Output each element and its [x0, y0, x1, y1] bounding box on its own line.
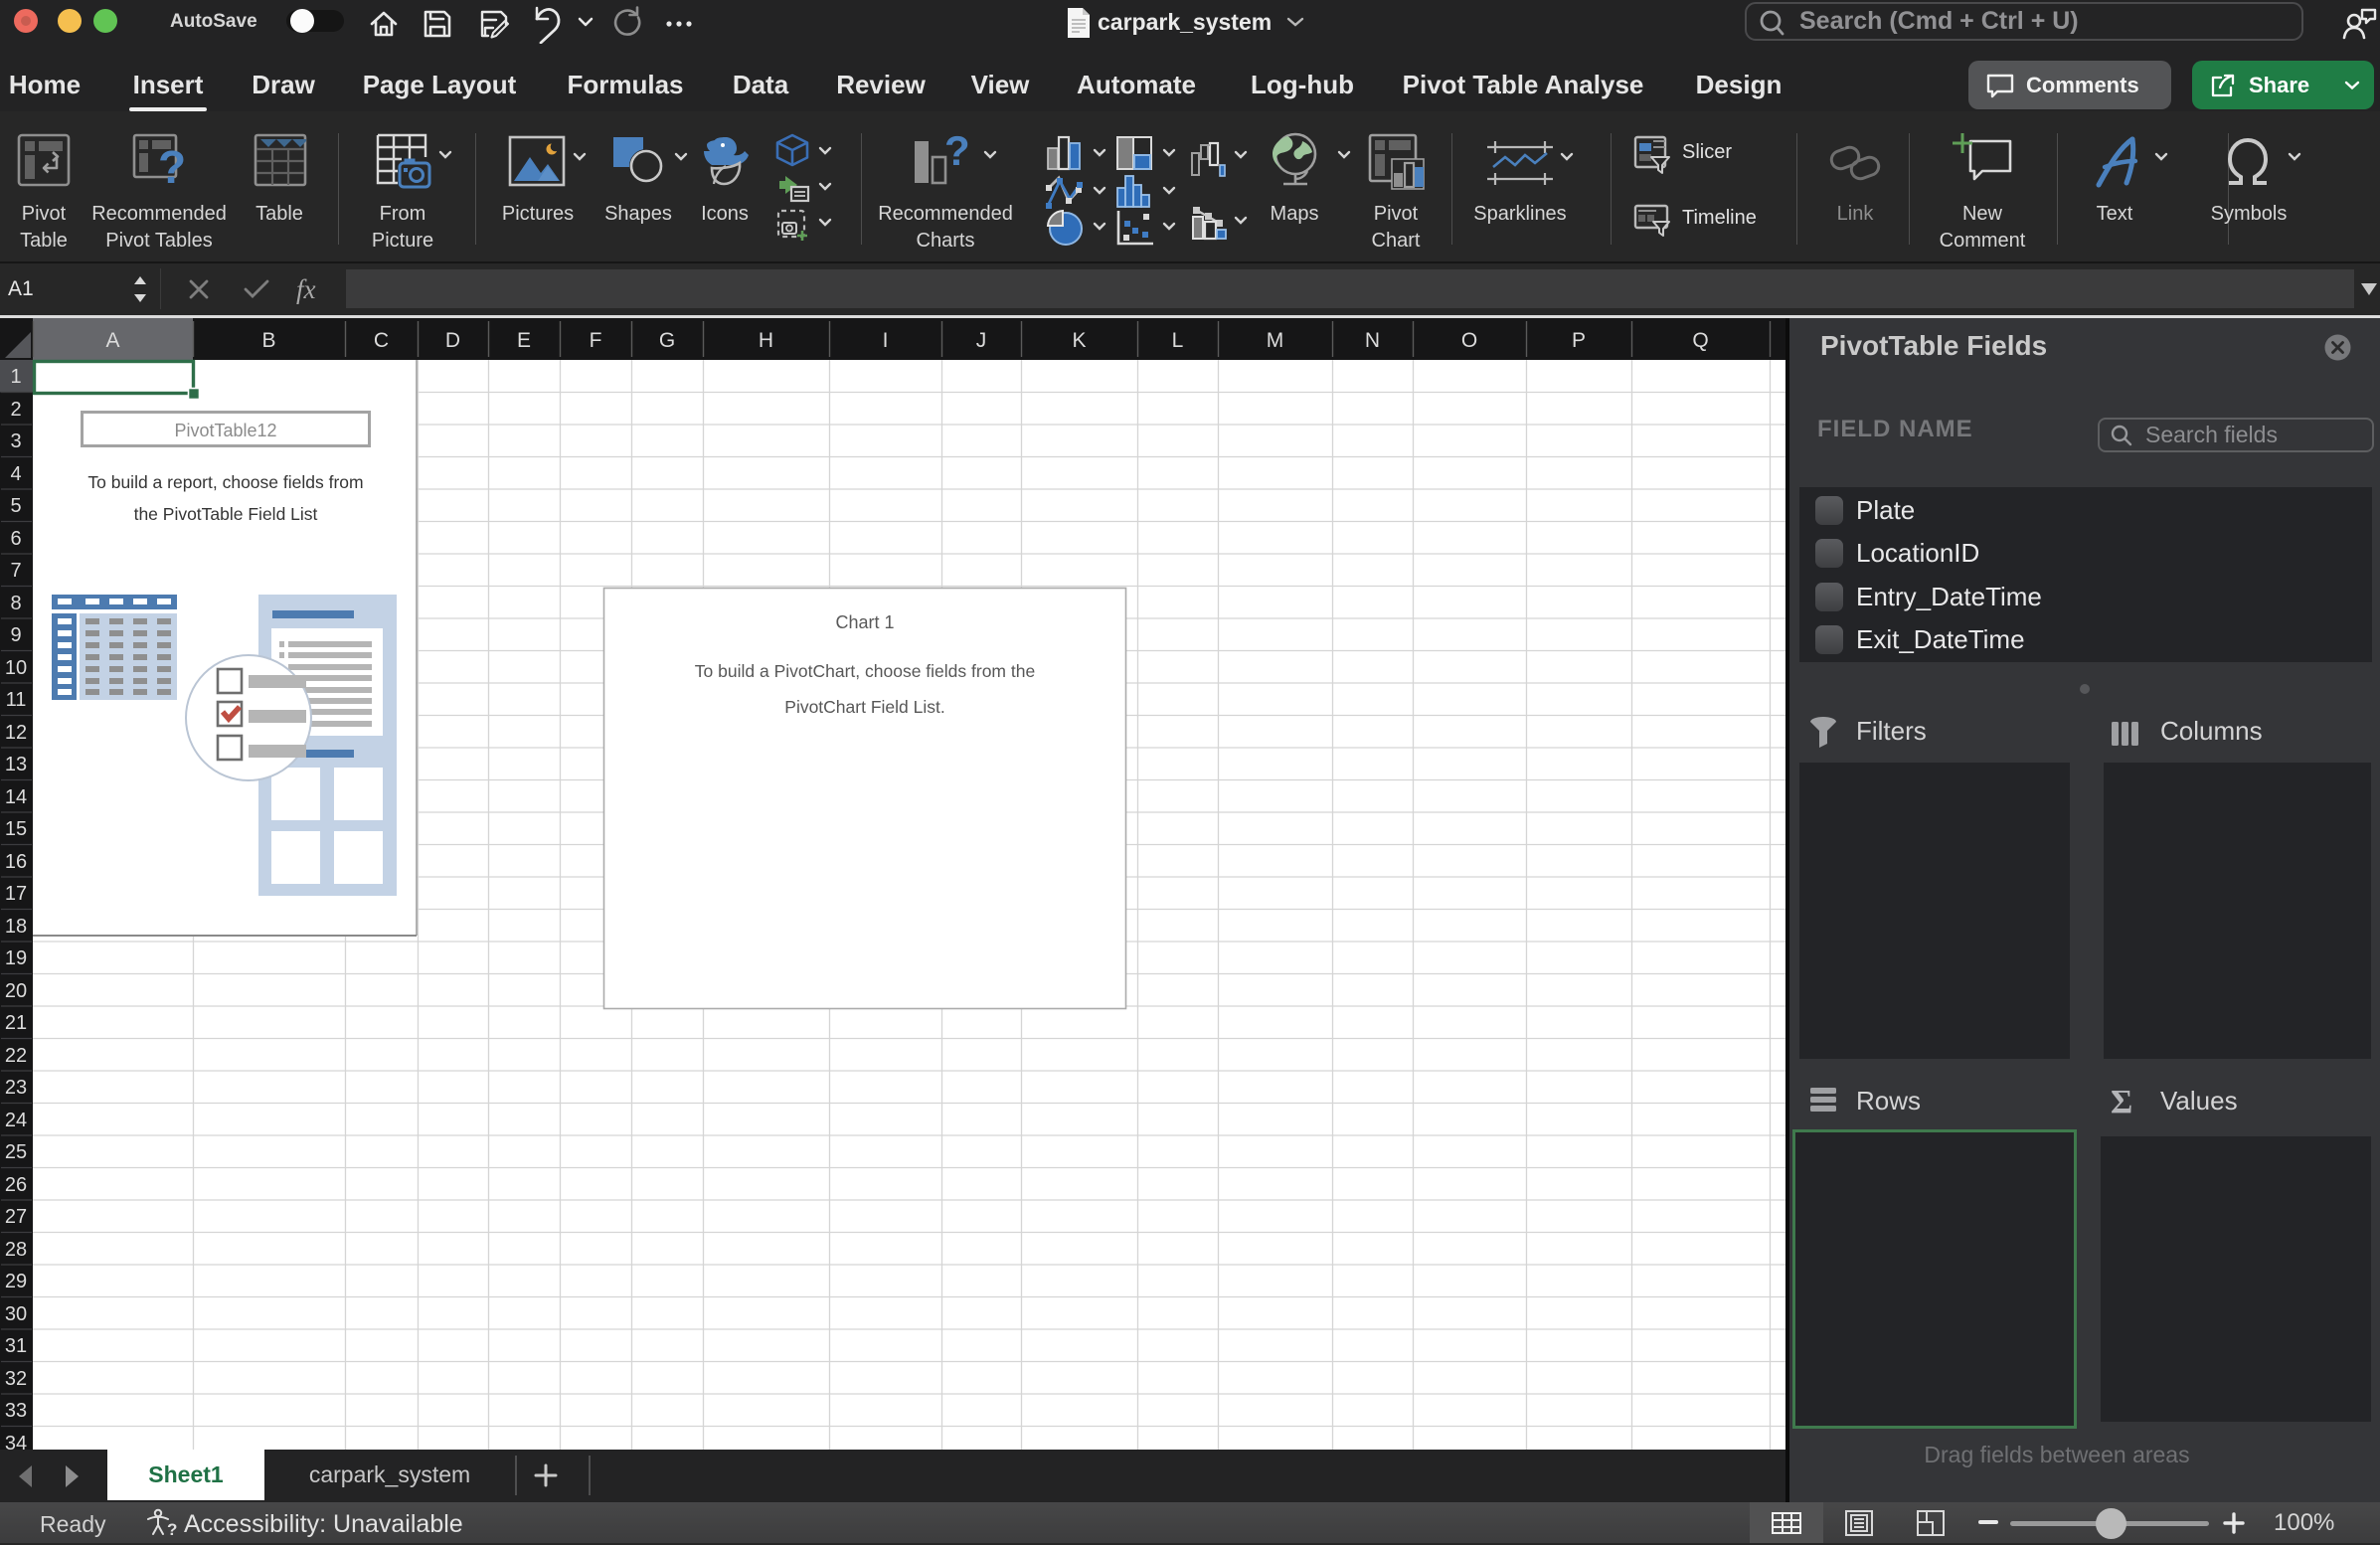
svg-text:21: 21 — [5, 1012, 27, 1034]
svg-text:To build a PivotChart, choose: To build a PivotChart, choose fields fro… — [695, 661, 1035, 681]
svg-text:C: C — [374, 329, 389, 352]
svg-text:6: 6 — [10, 528, 21, 550]
svg-text:25: 25 — [5, 1141, 27, 1163]
svg-text:17: 17 — [5, 883, 27, 905]
svg-text:J: J — [976, 329, 987, 352]
svg-text:10: 10 — [5, 657, 27, 679]
svg-text:Chart 1: Chart 1 — [835, 612, 894, 632]
svg-text:9: 9 — [10, 624, 21, 646]
svg-text:K: K — [1072, 329, 1086, 352]
svg-text:16: 16 — [5, 851, 27, 873]
svg-text:27: 27 — [5, 1206, 27, 1228]
svg-text:33: 33 — [5, 1400, 27, 1422]
svg-text:Q: Q — [1692, 329, 1708, 352]
svg-text:3: 3 — [10, 430, 21, 452]
svg-text:12: 12 — [5, 722, 27, 744]
svg-text:fx: fx — [296, 274, 316, 304]
svg-text:?: ? — [167, 1520, 177, 1539]
svg-text:?: ? — [944, 127, 970, 174]
svg-text:H: H — [759, 329, 773, 352]
svg-text:7: 7 — [10, 560, 21, 582]
svg-text:15: 15 — [5, 818, 27, 840]
svg-text:30: 30 — [5, 1303, 27, 1325]
svg-text:14: 14 — [5, 786, 27, 808]
svg-text:E: E — [517, 329, 531, 352]
svg-text:D: D — [445, 329, 460, 352]
svg-text:?: ? — [158, 141, 186, 193]
svg-text:11: 11 — [6, 689, 27, 711]
svg-text:18: 18 — [5, 916, 27, 938]
svg-text:M: M — [1267, 329, 1284, 352]
svg-text:28: 28 — [5, 1239, 27, 1261]
svg-text:1: 1 — [10, 366, 21, 388]
svg-text:5: 5 — [10, 495, 21, 517]
svg-text:PivotChart Field List.: PivotChart Field List. — [784, 697, 944, 717]
svg-text:P: P — [1572, 329, 1586, 352]
svg-text:the PivotTable Field List: the PivotTable Field List — [134, 504, 318, 524]
svg-text:N: N — [1365, 329, 1380, 352]
svg-text:24: 24 — [5, 1110, 27, 1131]
svg-text:PivotTable12: PivotTable12 — [174, 421, 276, 440]
svg-text:8: 8 — [10, 593, 21, 614]
svg-text:A: A — [105, 329, 119, 352]
svg-text:B: B — [261, 329, 275, 352]
svg-text:L: L — [1172, 329, 1184, 352]
svg-text:2: 2 — [10, 399, 21, 421]
svg-text:22: 22 — [5, 1045, 27, 1067]
svg-text:31: 31 — [5, 1335, 27, 1357]
svg-text:O: O — [1461, 329, 1477, 352]
svg-text:23: 23 — [5, 1077, 27, 1099]
svg-text:4: 4 — [10, 463, 21, 485]
svg-text:F: F — [590, 329, 602, 352]
svg-text:34: 34 — [5, 1433, 27, 1450]
svg-text:32: 32 — [5, 1368, 27, 1390]
svg-text:29: 29 — [5, 1271, 27, 1292]
svg-text:26: 26 — [5, 1174, 27, 1196]
svg-text:To build a report, choose fiel: To build a report, choose fields from — [87, 472, 363, 492]
svg-text:I: I — [883, 329, 889, 352]
svg-text:19: 19 — [5, 947, 27, 969]
svg-text:13: 13 — [5, 754, 27, 775]
svg-text:G: G — [659, 329, 675, 352]
svg-text:20: 20 — [5, 980, 27, 1002]
